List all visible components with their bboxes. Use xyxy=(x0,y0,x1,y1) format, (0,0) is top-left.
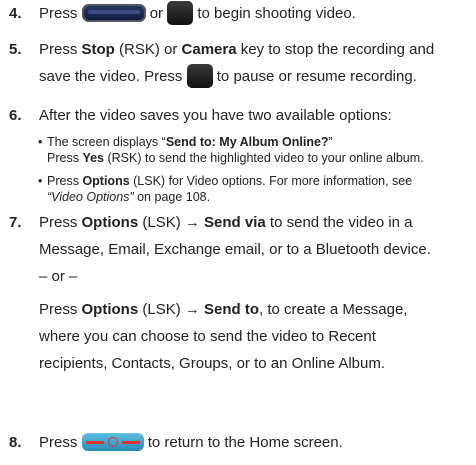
bullet-text: ” xyxy=(328,135,333,149)
key-name: Options xyxy=(82,174,130,188)
step-text: recipients, Contacts, Groups, or to an O… xyxy=(39,355,386,372)
step-text: Press xyxy=(39,5,78,22)
prompt-text: Send to: My Album Online? xyxy=(165,135,329,149)
step-text: to begin shooting video. xyxy=(197,5,356,22)
bullet-text: (LSK) for Video options. For more inform… xyxy=(133,174,413,188)
step-6: 6. After the video saves you have two av… xyxy=(9,102,471,129)
step-number: 4. xyxy=(9,5,22,22)
step-text: to pause or resume recording. xyxy=(216,68,417,85)
step-text: where you can choose to send the video t… xyxy=(39,328,376,345)
step-text: (LSK) xyxy=(142,214,181,231)
step-8: 8. Press to return to the Home screen. xyxy=(9,429,471,456)
step-text: or xyxy=(149,5,164,22)
bullet-mark: • xyxy=(38,135,43,149)
key-name: Yes xyxy=(82,151,104,165)
bullet-mark: • xyxy=(38,174,43,188)
bullet-text: on page 108. xyxy=(137,190,211,204)
menu-path: Send via xyxy=(204,214,266,231)
arrow-glyph: → xyxy=(184,214,200,231)
option-bullet: • Press Options (LSK) for Video options.… xyxy=(38,173,472,205)
option-bullet: • The screen displays “Send to: My Album… xyxy=(38,134,472,166)
step-text: Press xyxy=(39,41,78,58)
or-separator: – or – xyxy=(39,268,78,285)
bullet-text: Press xyxy=(47,174,79,188)
step-text: save the video. Press xyxy=(39,68,183,85)
cross-reference-link[interactable]: “Video Options” xyxy=(47,190,134,204)
step-text: (RSK) or xyxy=(119,41,178,58)
key-name: Stop xyxy=(81,41,115,58)
key-name: Camera xyxy=(181,41,237,58)
pause-key-icon xyxy=(186,64,213,89)
step-number: 5. xyxy=(9,41,22,58)
step-text: After the video saves you have two avail… xyxy=(39,107,392,124)
record-key-icon xyxy=(167,1,194,26)
step-5: 5. Press Stop (RSK) or Camera key to sto… xyxy=(9,36,471,90)
step-number: 6. xyxy=(9,107,22,124)
step-text: to return to the Home screen. xyxy=(147,434,343,451)
step-text: to send the video in a xyxy=(269,214,413,231)
menu-path: Send to xyxy=(204,301,260,318)
step-text: Press xyxy=(39,434,78,451)
bullet-text: Press xyxy=(47,151,79,165)
bullet-text: (RSK) to send the highlighted video to y… xyxy=(107,151,424,165)
key-name: Options xyxy=(81,301,139,318)
step-text: , to create a Message, xyxy=(259,301,408,318)
arrow-glyph: → xyxy=(184,301,200,318)
step-4: 4. Press or to begin shooting video. xyxy=(9,0,471,27)
key-name: Options xyxy=(81,214,139,231)
step-text: key to stop the recording and xyxy=(240,41,435,58)
step-number: 7. xyxy=(9,214,22,231)
camera-key-icon xyxy=(81,4,146,23)
step-text: Press xyxy=(39,301,78,318)
step-text: Press xyxy=(39,214,78,231)
step-number: 8. xyxy=(9,434,22,451)
step-text: Message, Email, Exchange email, or to a … xyxy=(39,241,431,258)
step-7: 7. Press Options (LSK) → Send via to sen… xyxy=(9,209,471,377)
end-key-icon xyxy=(81,433,144,452)
bullet-text: The screen displays “ xyxy=(47,135,166,149)
step-text: (LSK) xyxy=(142,301,181,318)
